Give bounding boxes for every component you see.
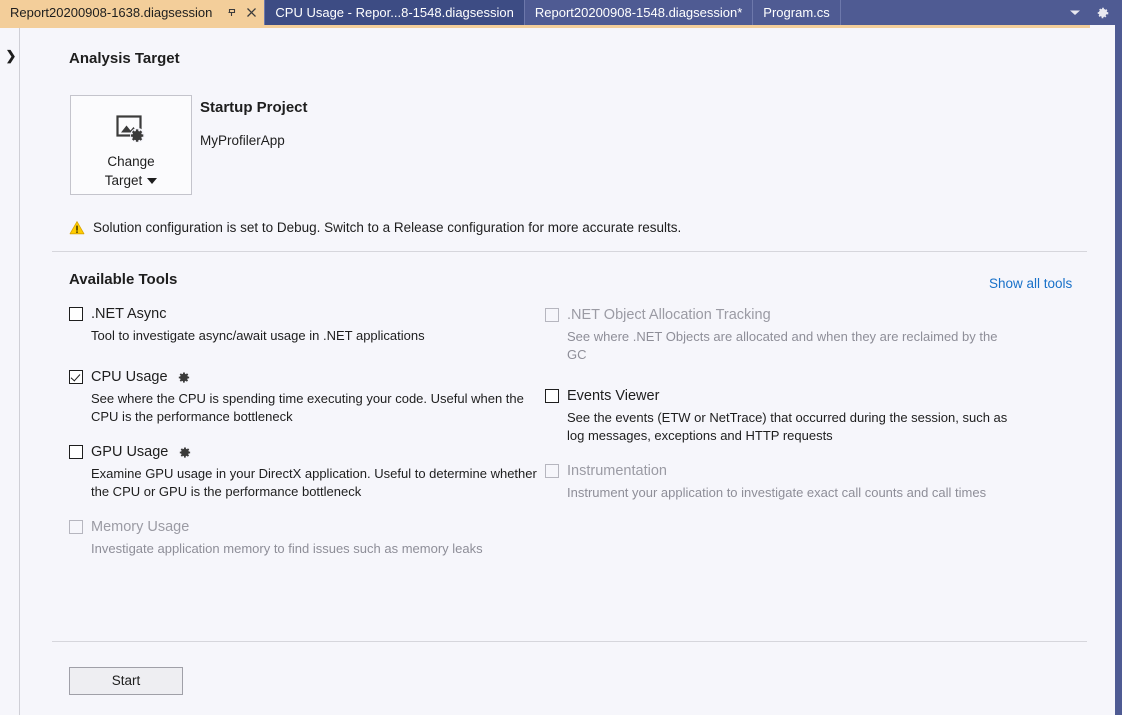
gear-icon[interactable]	[176, 444, 192, 460]
tool-header: CPU Usage	[69, 367, 539, 387]
tools-column-left: .NET Async Tool to investigate async/awa…	[69, 304, 539, 574]
left-collapsed-rail: ❯	[0, 28, 20, 715]
tool-description: Instrument your application to investiga…	[567, 484, 1015, 502]
tool-description: See where .NET Objects are allocated and…	[567, 328, 1015, 364]
tool-description: See where the CPU is spending time execu…	[91, 390, 539, 426]
checkbox-cpu-usage[interactable]	[69, 370, 83, 384]
tool-instrumentation: Instrumentation Instrument your applicat…	[545, 461, 1015, 502]
tool-header: Instrumentation	[545, 461, 1015, 481]
window-frame-right	[1115, 0, 1122, 715]
checkbox-events-viewer[interactable]	[545, 389, 559, 403]
tool-name: .NET Async	[91, 306, 166, 322]
tab-cpu-usage-report[interactable]: CPU Usage - Repor...8-1548.diagsession	[264, 0, 524, 25]
solution-configuration-warning: Solution configuration is set to Debug. …	[69, 219, 681, 237]
checkbox-net-async[interactable]	[69, 307, 83, 321]
change-target-label: Change Target	[105, 152, 158, 190]
tool-header: .NET Object Allocation Tracking	[545, 305, 1015, 325]
tab-strip-controls	[1062, 0, 1122, 25]
tab-report-1638[interactable]: Report20200908-1638.diagsession	[0, 0, 264, 25]
change-target-button[interactable]: Change Target	[70, 95, 192, 195]
start-button[interactable]: Start	[69, 667, 183, 695]
tool-net-async: .NET Async Tool to investigate async/awa…	[69, 304, 539, 345]
chevron-down-icon[interactable]	[1068, 6, 1082, 20]
diagnostics-hub-content: Analysis Target Change Target Startup Pr…	[21, 28, 1091, 715]
available-tools-heading: Available Tools	[69, 271, 177, 288]
tool-header: Events Viewer	[545, 386, 1015, 406]
tools-column-right: .NET Object Allocation Tracking See wher…	[545, 304, 1015, 518]
divider-above-start	[52, 641, 1087, 642]
tool-name: GPU Usage	[91, 444, 168, 460]
tool-cpu-usage: CPU Usage See where the CPU is spending …	[69, 367, 539, 426]
window-frame-right-inner	[1091, 25, 1115, 715]
change-target-line1: Change	[107, 154, 154, 169]
tab-label: Report20200908-1548.diagsession*	[535, 0, 742, 25]
pin-icon[interactable]	[222, 3, 240, 22]
tool-gpu-usage: GPU Usage Examine GPU usage in your Dire…	[69, 442, 539, 501]
picture-settings-icon	[114, 112, 148, 146]
tool-name: Events Viewer	[567, 388, 659, 404]
analysis-target-heading: Analysis Target	[69, 50, 180, 67]
tab-label: Program.cs	[763, 0, 829, 25]
tool-description: Examine GPU usage in your DirectX applic…	[91, 465, 539, 501]
change-target-line2: Target	[105, 173, 143, 188]
startup-project-label: Startup Project	[200, 99, 308, 116]
warning-icon	[69, 220, 85, 236]
chevron-right-icon[interactable]: ❯	[4, 48, 18, 64]
tab-program-cs[interactable]: Program.cs	[753, 0, 840, 25]
tab-report-1548[interactable]: Report20200908-1548.diagsession*	[525, 0, 753, 25]
tool-description: See the events (ETW or NetTrace) that oc…	[567, 409, 1015, 445]
tab-label: CPU Usage - Repor...8-1548.diagsession	[275, 0, 513, 25]
checkbox-instrumentation	[545, 464, 559, 478]
tool-description: Investigate application memory to find i…	[91, 540, 539, 558]
tool-header: .NET Async	[69, 304, 539, 324]
tool-net-object-allocation-tracking: .NET Object Allocation Tracking See wher…	[545, 305, 1015, 364]
tab-label: Report20200908-1638.diagsession	[10, 0, 212, 25]
document-tab-strip: Report20200908-1638.diagsession CPU Usag…	[0, 0, 1122, 25]
checkbox-gpu-usage[interactable]	[69, 445, 83, 459]
tool-memory-usage: Memory Usage Investigate application mem…	[69, 517, 539, 558]
tool-name: CPU Usage	[91, 369, 168, 385]
tool-header: Memory Usage	[69, 517, 539, 537]
tool-description: Tool to investigate async/await usage in…	[91, 327, 539, 345]
warning-text: Solution configuration is set to Debug. …	[93, 219, 681, 237]
diagnostics-hub-window: Report20200908-1638.diagsession CPU Usag…	[0, 0, 1122, 715]
tool-events-viewer: Events Viewer See the events (ETW or Net…	[545, 386, 1015, 445]
tool-name: Memory Usage	[91, 519, 189, 535]
tab-buttons	[222, 3, 260, 22]
startup-project-value: MyProfilerApp	[200, 133, 285, 148]
tool-name: Instrumentation	[567, 463, 667, 479]
divider-above-tools	[52, 251, 1087, 252]
gear-icon[interactable]	[1096, 6, 1110, 20]
tab-strip-spacer	[841, 0, 1062, 25]
tool-name: .NET Object Allocation Tracking	[567, 307, 771, 323]
checkbox-memory-usage	[69, 520, 83, 534]
tool-header: GPU Usage	[69, 442, 539, 462]
close-icon[interactable]	[242, 3, 260, 22]
checkbox-net-object-allocation-tracking	[545, 308, 559, 322]
chevron-down-icon[interactable]	[147, 178, 157, 184]
show-all-tools-link[interactable]: Show all tools	[989, 276, 1072, 291]
gear-icon[interactable]	[176, 369, 192, 385]
